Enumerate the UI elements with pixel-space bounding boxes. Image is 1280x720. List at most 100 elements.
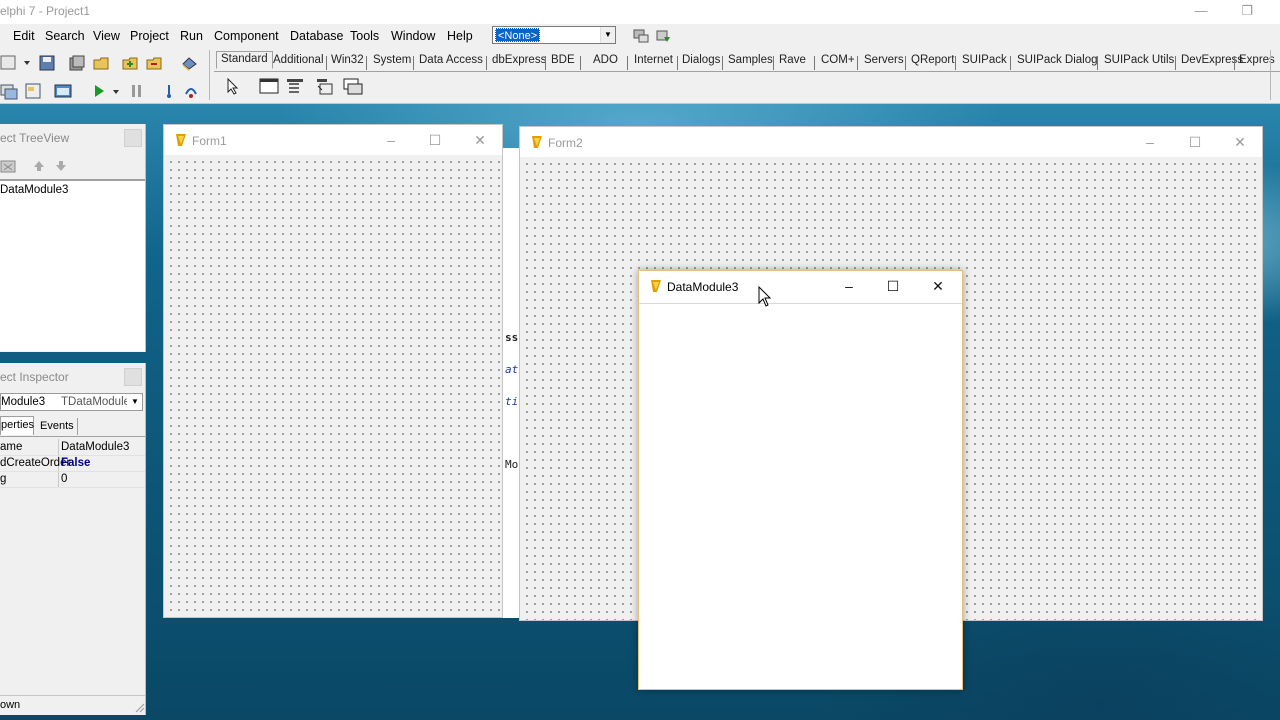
chevron-down-icon[interactable]: ▼ [129, 395, 141, 409]
treeview-title: ect TreeView [0, 131, 70, 145]
datamodule3-title-bar[interactable]: DataModule3 – ☐ ✕ [639, 271, 962, 303]
tab-standard[interactable]: Standard [216, 51, 273, 69]
minimize-button[interactable]: – [1140, 132, 1160, 152]
tab-samples[interactable]: Samples [728, 54, 773, 66]
pointer-arrow-icon[interactable] [222, 76, 244, 96]
form2-title-bar[interactable]: Form2 – ☐ ✕ [520, 127, 1262, 157]
component-palette-tabs: Standard Additional Win32 System Data Ac… [214, 50, 1280, 72]
close-button[interactable]: ✕ [1230, 132, 1250, 152]
mainmenu-component-icon[interactable] [285, 76, 307, 96]
property-value[interactable]: 0 [61, 473, 67, 485]
configuration-combo[interactable]: <None> ▼ [492, 26, 616, 44]
form1-title-bar[interactable]: Form1 – ☐ ✕ [164, 125, 502, 155]
open-project-icon[interactable] [92, 54, 110, 72]
tab-servers[interactable]: Servers [864, 54, 904, 66]
property-value[interactable]: False [61, 457, 90, 469]
property-row-oldcreateorder[interactable]: dCreateOrder False [0, 456, 145, 472]
maximize-button[interactable]: ☐ [883, 276, 903, 296]
window-title: elphi 7 - Project1 [0, 4, 91, 18]
tab-suipack[interactable]: SUIPack [962, 54, 1007, 66]
run-dropdown-icon[interactable] [110, 82, 122, 100]
remove-file-icon[interactable] [145, 54, 163, 72]
label-component-icon[interactable] [342, 76, 364, 96]
object-selector[interactable]: Module3 TDataModule ▼ [0, 393, 143, 411]
popupmenu-component-icon[interactable] [314, 76, 336, 96]
delphi-form-icon [532, 136, 542, 148]
chevron-down-icon[interactable]: ▼ [600, 27, 615, 43]
tab-bde[interactable]: BDE [551, 54, 575, 66]
inspector-status: own [0, 699, 21, 711]
property-value[interactable]: DataModule3 [61, 441, 129, 453]
tab-events-label: Events [40, 420, 74, 432]
tab-suipack-utils[interactable]: SUIPack Utils [1104, 54, 1174, 66]
maximize-button[interactable]: ☐ [1185, 132, 1205, 152]
save-icon[interactable] [38, 54, 56, 72]
menu-project[interactable]: Project [130, 29, 169, 43]
datamodule3-surface[interactable] [639, 304, 962, 689]
tab-additional[interactable]: Additional [273, 54, 324, 66]
run-icon[interactable] [90, 82, 108, 100]
code-fragment: at [505, 363, 519, 376]
pause-icon[interactable] [128, 82, 146, 100]
title-bar: elphi 7 - Project1 — ❐ [0, 0, 1280, 24]
help-book-icon[interactable] [180, 54, 198, 72]
arrow-up-icon[interactable] [32, 159, 46, 173]
tab-qreport[interactable]: QReport [911, 54, 954, 66]
add-file-icon[interactable] [121, 54, 139, 72]
close-button[interactable]: ✕ [928, 276, 948, 296]
property-row-name[interactable]: ame DataModule3 [0, 440, 145, 456]
tab-system[interactable]: System [373, 54, 411, 66]
menu-window[interactable]: Window [391, 29, 435, 43]
property-row-tag[interactable]: g 0 [0, 472, 145, 488]
tab-ado[interactable]: ADO [593, 54, 618, 66]
tab-properties[interactable]: perties [0, 416, 34, 435]
menu-tools[interactable]: Tools [350, 29, 379, 43]
maximize-button[interactable]: ☐ [425, 130, 445, 150]
minimize-button[interactable]: — [1178, 0, 1224, 24]
tab-internet[interactable]: Internet [634, 54, 673, 66]
minimize-button[interactable]: – [381, 130, 401, 150]
frames-component-icon[interactable] [258, 76, 280, 96]
toolbar-separator [209, 50, 210, 100]
menu-database[interactable]: Database [290, 29, 344, 43]
datamodule3-window[interactable]: DataModule3 – ☐ ✕ [638, 270, 963, 690]
step-over-icon[interactable] [182, 82, 200, 100]
tab-dialogs[interactable]: Dialogs [682, 54, 720, 66]
menu-help[interactable]: Help [447, 29, 473, 43]
menu-component[interactable]: Component [214, 29, 279, 43]
close-icon[interactable] [124, 129, 142, 147]
menu-edit[interactable]: Edit [13, 29, 35, 43]
mouse-cursor-icon [758, 286, 772, 307]
menu-search[interactable]: Search [45, 29, 85, 43]
minimize-button[interactable]: – [839, 276, 859, 296]
tab-events[interactable]: Events [36, 418, 78, 435]
new-items-icon[interactable] [0, 54, 34, 72]
resize-grip-icon[interactable] [133, 701, 145, 713]
close-icon[interactable] [124, 368, 142, 386]
form1-window[interactable]: Form1 – ☐ ✕ [163, 124, 503, 618]
delete-icon[interactable] [0, 158, 18, 174]
view-unit-icon[interactable] [0, 82, 18, 100]
close-button[interactable]: ✕ [470, 130, 490, 150]
property-grid: ame DataModule3 dCreateOrder False g 0 [0, 439, 145, 689]
menu-run[interactable]: Run [180, 29, 203, 43]
property-key: g [0, 473, 7, 485]
tab-data-access[interactable]: Data Access [419, 54, 483, 66]
restore-button[interactable]: ❐ [1224, 0, 1270, 24]
tab-complus[interactable]: COM+ [821, 54, 855, 66]
run-desktop-icon[interactable] [632, 27, 650, 45]
trace-into-icon[interactable] [160, 82, 178, 100]
save-all-icon[interactable] [68, 54, 86, 72]
toggle-form-unit-icon[interactable] [54, 82, 72, 100]
tree-item-datamodule3[interactable]: DataModule3 [0, 184, 68, 196]
tab-rave[interactable]: Rave [779, 54, 806, 66]
form1-design-surface[interactable] [164, 155, 502, 617]
menu-view[interactable]: View [93, 29, 120, 43]
view-form-icon[interactable] [24, 82, 42, 100]
tab-suipack-dialog[interactable]: SUIPack Dialog [1017, 54, 1098, 66]
deploy-icon[interactable] [654, 27, 672, 45]
arrow-down-icon[interactable] [54, 159, 68, 173]
form1-caption: Form1 [192, 134, 227, 148]
tab-dbexpress[interactable]: dbExpress [492, 54, 546, 66]
tab-win32[interactable]: Win32 [331, 54, 364, 66]
